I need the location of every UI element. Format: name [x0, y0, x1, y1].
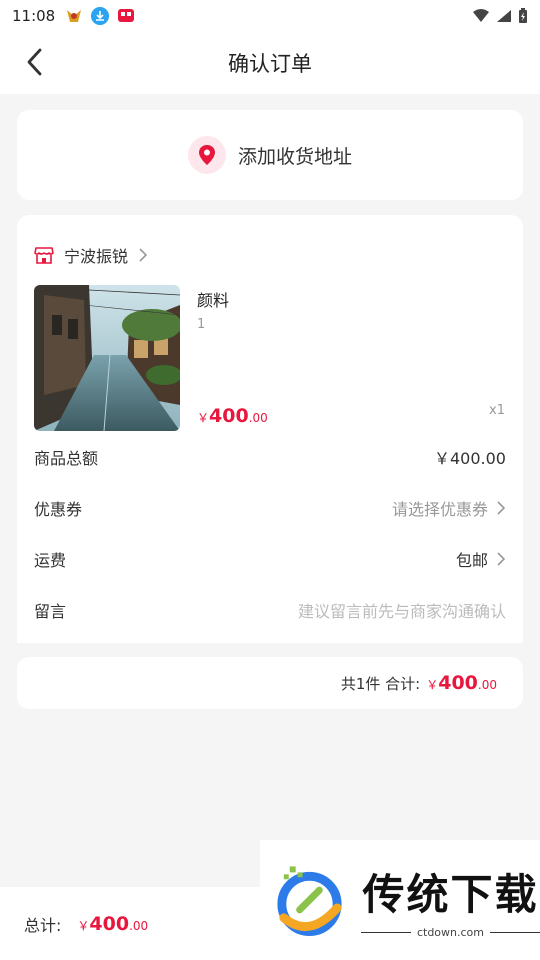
- goods-total-value: ￥400.00: [434, 449, 506, 468]
- add-address-card[interactable]: 添加收货地址: [17, 110, 523, 200]
- signal-icon: [497, 10, 511, 22]
- add-address-label: 添加收货地址: [237, 145, 352, 168]
- product-thumbnail: [34, 285, 180, 431]
- price-symbol: ￥: [426, 678, 439, 692]
- location-pin-icon: [198, 145, 215, 165]
- price-integer: 400: [438, 672, 478, 694]
- price-decimal: .00: [477, 678, 497, 692]
- grand-total-label: 总计:: [24, 915, 62, 935]
- price-decimal: .00: [248, 411, 268, 425]
- watermark-domain-row: ctdown.com: [360, 926, 540, 939]
- coupon-row[interactable]: 优惠券 请选择优惠券: [34, 496, 506, 520]
- status-time: 11:08: [12, 7, 56, 25]
- price-decimal: .00: [129, 918, 149, 933]
- goods-total-row: 商品总额 ￥400.00: [34, 445, 506, 469]
- order-summary-card: 共1件 合计: ￥400.00: [17, 657, 523, 709]
- summary-price: ￥400.00: [426, 672, 497, 694]
- grand-total-price: ￥400.00: [77, 913, 148, 935]
- order-card: 宁波振锐 颜料 1 ￥400.00 x1 商品总额 ￥400.00 优惠券 请选…: [17, 215, 523, 643]
- chevron-right-icon: [497, 552, 506, 566]
- watermark: 传统下载 ctdown.com: [260, 840, 540, 960]
- product-spec: 1: [197, 317, 206, 332]
- note-input[interactable]: 建议留言前先与商家沟通确认: [298, 598, 506, 622]
- chevron-left-icon: [27, 48, 42, 76]
- price-symbol: ￥: [197, 411, 210, 425]
- chevron-right-icon: [139, 248, 148, 262]
- watermark-domain: ctdown.com: [416, 926, 484, 939]
- product-name: 颜料: [197, 291, 230, 310]
- app-badge-icon: [67, 10, 82, 22]
- shipping-label: 运费: [34, 551, 67, 570]
- title-bar: 确认订单: [0, 32, 540, 94]
- wifi-icon: [473, 9, 489, 22]
- shop-name: 宁波振锐: [64, 247, 129, 266]
- watermark-title: 传统下载: [362, 870, 539, 919]
- coupon-label: 优惠券: [34, 500, 83, 519]
- shop-icon: [34, 247, 54, 264]
- chevron-right-icon: [497, 501, 506, 515]
- shipping-row[interactable]: 运费 包邮: [34, 547, 506, 571]
- app-red-icon: [118, 9, 135, 22]
- shop-row[interactable]: 宁波振锐: [34, 243, 148, 267]
- download-icon: [91, 7, 110, 25]
- battery-icon: [519, 8, 527, 23]
- watermark-logo-icon: [277, 866, 342, 937]
- note-row: 留言 建议留言前先与商家沟通确认: [34, 598, 506, 622]
- back-button[interactable]: [18, 46, 50, 78]
- product-image[interactable]: [34, 285, 180, 431]
- status-bar: 11:08: [0, 0, 540, 32]
- price-symbol: ￥: [77, 918, 90, 933]
- status-system-icons: [472, 8, 528, 24]
- product-price: ￥400.00: [197, 405, 268, 427]
- page-title: 确认订单: [228, 52, 312, 76]
- product-quantity: x1: [489, 403, 505, 418]
- location-icon-wrap: [187, 136, 226, 174]
- shipping-value: 包邮: [455, 551, 488, 570]
- coupon-value: 请选择优惠券: [391, 500, 488, 519]
- status-notification-icons: [65, 7, 135, 25]
- note-label: 留言: [34, 602, 67, 621]
- price-integer: 400: [89, 912, 130, 935]
- goods-total-label: 商品总额: [34, 449, 99, 468]
- summary-text: 共1件 合计:: [340, 674, 421, 693]
- price-integer: 400: [209, 405, 249, 427]
